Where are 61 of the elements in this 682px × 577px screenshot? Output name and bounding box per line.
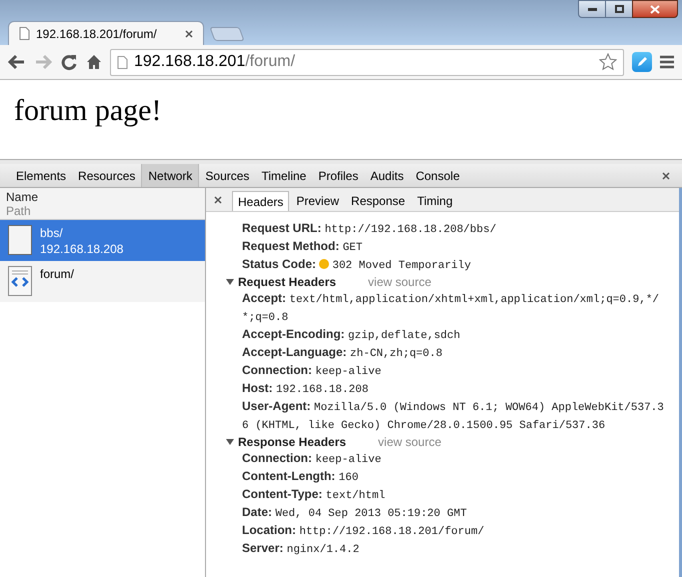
header-line: Request Method: GET: [241, 238, 364, 256]
devtools-tab[interactable]: Resources: [72, 164, 142, 187]
header-line: Location: http://192.168.18.201/forum/: [241, 522, 486, 540]
column-subtitle: Path: [6, 204, 32, 218]
header-line: Accept-Encoding: gzip,deflate,sdch: [241, 326, 462, 344]
menu-icon[interactable]: [660, 55, 674, 69]
page-icon: [117, 56, 128, 68]
header-name: Status Code:: [242, 257, 316, 271]
detail-tab[interactable]: Headers: [232, 191, 290, 211]
page-icon: [19, 27, 30, 40]
expanded-triangle-icon[interactable]: [226, 438, 234, 446]
header-line: User-Agent: Mozilla/5.0 (Windows NT 6.1; WOW64) AppleWebKit/537.36 (KHTML, like Gecko) Chrome/28.0.1500.95 Safari/537.36: [241, 398, 665, 434]
header-value: 302 Moved Temporarily: [332, 260, 471, 272]
request-path: 192.168.18.208: [40, 241, 124, 257]
home-icon[interactable]: [86, 54, 102, 70]
expanded-triangle-icon[interactable]: [226, 278, 234, 286]
view-source-link[interactable]: view source: [368, 273, 432, 291]
back-icon[interactable]: [8, 54, 26, 70]
devtools-tab[interactable]: Console: [410, 164, 466, 187]
detail-tab[interactable]: Timing: [412, 191, 458, 211]
header-line: Connection: keep-alive: [241, 362, 382, 380]
header-line: Request URL: http://192.168.18.208/bbs/: [241, 220, 498, 238]
close-icon[interactable]: [662, 172, 670, 180]
html-file-icon: [8, 266, 32, 296]
star-icon[interactable]: [599, 53, 617, 71]
minimize-icon[interactable]: [578, 0, 606, 18]
request-row[interactable]: bbs/ 192.168.18.208: [0, 220, 205, 261]
maximize-icon[interactable]: [606, 0, 632, 18]
page-text: forum page!: [14, 94, 162, 127]
request-name: forum/: [40, 266, 74, 282]
header-line: Date: Wed, 04 Sep 2013 05:19:20 GMT: [241, 504, 468, 522]
header-line: Host: 192.168.18.208: [241, 380, 370, 398]
reload-icon[interactable]: [60, 53, 78, 71]
view-source-link[interactable]: view source: [378, 433, 442, 451]
close-icon[interactable]: [214, 196, 222, 204]
detail-tab[interactable]: Response: [346, 191, 410, 211]
devtools-tab[interactable]: Network: [141, 164, 200, 187]
close-icon[interactable]: [632, 0, 678, 18]
address-bar[interactable]: 192.168.18.201/forum/: [110, 48, 624, 76]
tab-title: 192.168.18.201/forum/: [36, 26, 158, 42]
close-icon[interactable]: [185, 30, 193, 38]
devtools-tab[interactable]: Audits: [364, 164, 410, 187]
extension-icon[interactable]: [632, 52, 652, 72]
file-icon: [8, 225, 32, 255]
header-line: Server: nginx/1.4.2: [241, 540, 360, 558]
header-line: Content-Type: text/html: [241, 486, 386, 504]
browser-tab[interactable]: 192.168.18.201/forum/: [8, 21, 204, 45]
section-title: Request Headers: [238, 274, 336, 291]
devtools-tab[interactable]: Timeline: [255, 164, 312, 187]
request-name: bbs/: [40, 225, 64, 241]
header-line: Accept-Language: zh-CN,zh;q=0.8: [241, 344, 444, 362]
devtools-tab[interactable]: Elements: [10, 164, 72, 187]
column-title: Name: [6, 190, 40, 204]
devtools-tab[interactable]: Profiles: [312, 164, 364, 187]
request-row[interactable]: forum/: [0, 261, 205, 302]
detail-tab[interactable]: Preview: [291, 191, 344, 211]
url-text: 192.168.18.201/forum/: [134, 52, 296, 72]
header-line: Content-Length: 160: [241, 468, 360, 486]
header-line: Connection: keep-alive: [241, 450, 382, 468]
section-title: Response Headers: [238, 434, 346, 451]
devtools-tab[interactable]: Sources: [199, 164, 256, 187]
